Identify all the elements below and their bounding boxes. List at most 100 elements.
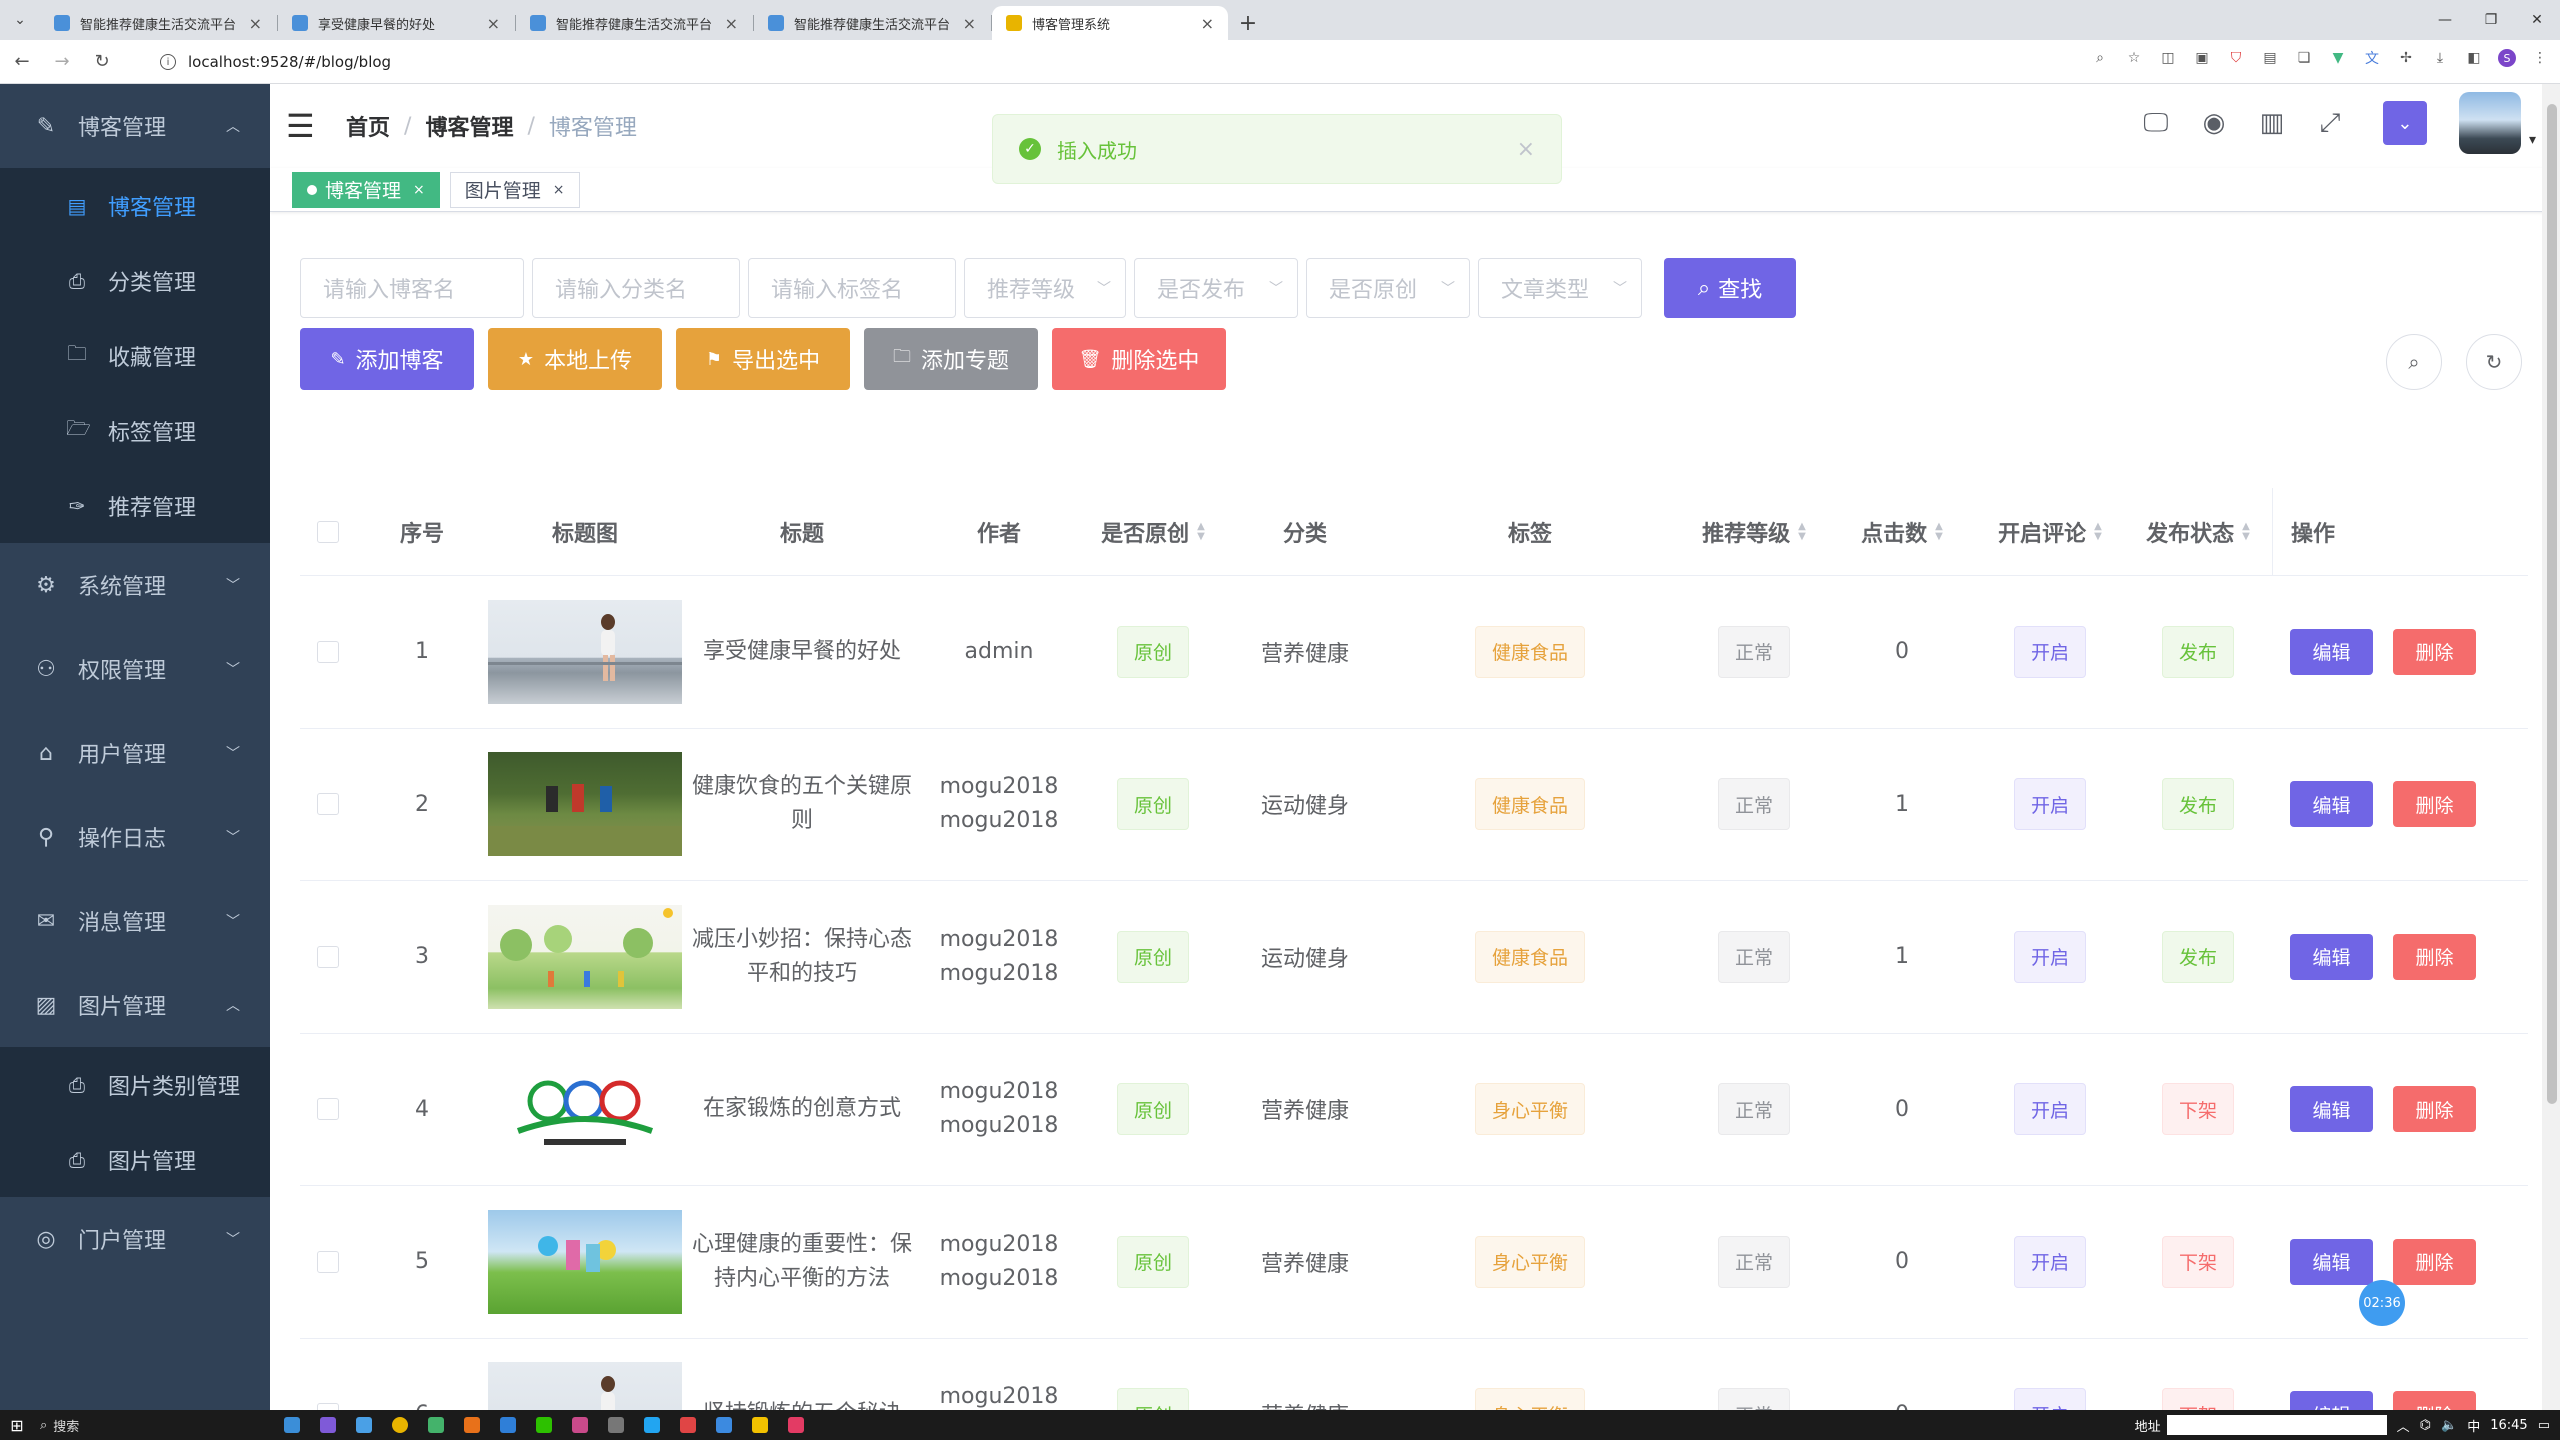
- add-subject-button[interactable]: 🗀 添加专题: [864, 328, 1038, 390]
- sidebar-group-permission[interactable]: ⚇ 权限管理 ﹀: [0, 627, 270, 711]
- row-checkbox[interactable]: [317, 1250, 339, 1273]
- sort-icon[interactable]: ▲ ▼: [1197, 521, 1205, 542]
- sort-icon[interactable]: ▲ ▼: [1798, 521, 1806, 542]
- level-select[interactable]: 推荐等级 ﹀: [964, 258, 1126, 318]
- sidebar-item-picture-sort[interactable]: ⎙ 图片类别管理: [0, 1047, 270, 1122]
- clock[interactable]: 16:45: [2490, 1418, 2527, 1433]
- delete-button[interactable]: 删除: [2393, 1086, 2476, 1133]
- refresh-icon[interactable]: ↻: [2466, 334, 2522, 390]
- sort-icon[interactable]: ▲ ▼: [2094, 521, 2102, 542]
- delete-selected-button[interactable]: 🗑 删除选中: [1052, 328, 1226, 390]
- toggle-search-icon[interactable]: ⌕: [2386, 334, 2442, 390]
- taskbar-app-icon[interactable]: [670, 1410, 706, 1440]
- docs-icon[interactable]: ▥: [2255, 106, 2289, 140]
- delete-button[interactable]: 删除: [2393, 628, 2476, 675]
- original-select[interactable]: 是否原创 ﹀: [1306, 258, 1470, 318]
- taskbar-app-icon[interactable]: [706, 1410, 742, 1440]
- download-icon[interactable]: ⤓: [2430, 48, 2450, 68]
- sidepanel-icon[interactable]: ◧: [2464, 48, 2484, 68]
- ime-indicator[interactable]: 中: [2467, 1416, 2480, 1435]
- translate-icon[interactable]: 文: [2362, 48, 2382, 68]
- cell-title[interactable]: 坚持锻炼的五个秘诀: [697, 1397, 907, 1410]
- article-type-select[interactable]: 文章类型 ﹀: [1478, 258, 1642, 318]
- sidebar-group-oplog[interactable]: ⚲ 操作日志 ﹀: [0, 795, 270, 879]
- sidebar-item-picture[interactable]: ⎙ 图片管理: [0, 1122, 270, 1197]
- taskbar-app-icon[interactable]: [274, 1410, 310, 1440]
- browser-tab-active[interactable]: 博客管理系统 ×: [992, 6, 1228, 40]
- tag-picture-manage[interactable]: 图片管理 ×: [449, 171, 580, 208]
- breadcrumb-blog[interactable]: 博客管理: [425, 110, 513, 142]
- header-comment[interactable]: 开启评论 ▲ ▼: [1976, 516, 2124, 548]
- caret-down-icon[interactable]: ▾: [2529, 132, 2536, 148]
- sidebar-group-system[interactable]: ⚙ 系统管理 ﹀: [0, 543, 270, 627]
- taskbar-app-icon[interactable]: [310, 1410, 346, 1440]
- network-icon[interactable]: ⌬: [2420, 1418, 2431, 1433]
- sort-icon[interactable]: ▲ ▼: [2242, 521, 2250, 542]
- notification-icon[interactable]: ▭: [2538, 1418, 2550, 1433]
- breadcrumb-home[interactable]: 首页: [346, 110, 390, 142]
- windows-start-icon[interactable]: ⊞: [0, 1416, 34, 1435]
- taskbar-chrome-icon[interactable]: [382, 1410, 418, 1440]
- browser-tab[interactable]: 智能推荐健康生活交流平台 ×: [40, 6, 278, 40]
- forward-icon[interactable]: →: [44, 44, 80, 80]
- taskbar-app-icon[interactable]: [418, 1410, 454, 1440]
- close-tab-icon[interactable]: ×: [249, 14, 262, 33]
- site-info-icon[interactable]: i: [160, 54, 176, 70]
- close-icon[interactable]: ×: [413, 182, 425, 198]
- sort-icon[interactable]: ▲ ▼: [1935, 521, 1943, 542]
- taskbar-app-icon[interactable]: [490, 1410, 526, 1440]
- title-image[interactable]: [488, 904, 682, 1009]
- publish-select[interactable]: 是否发布 ﹀: [1134, 258, 1298, 318]
- sidebar-group-user[interactable]: ⌂ 用户管理 ﹀: [0, 711, 270, 795]
- monitor-icon[interactable]: 🖵: [2139, 106, 2173, 140]
- row-checkbox[interactable]: [317, 945, 339, 968]
- copy-icon[interactable]: ❏: [2294, 48, 2314, 68]
- sidebar-item-recommend[interactable]: ✑ 推荐管理: [0, 468, 270, 543]
- taskbar-app-icon[interactable]: [778, 1410, 814, 1440]
- taskbar-wechat-icon[interactable]: [526, 1410, 562, 1440]
- dropdown-chevron-icon[interactable]: ⌄: [2382, 101, 2427, 145]
- delete-button[interactable]: 删除: [2393, 1391, 2476, 1410]
- browser-tab[interactable]: 享受健康早餐的好处 ×: [278, 6, 516, 40]
- title-image[interactable]: [488, 1362, 682, 1410]
- cell-title[interactable]: 健康饮食的五个关键原则: [682, 770, 922, 838]
- maximize-icon[interactable]: ❐: [2468, 0, 2514, 40]
- taskbar-app-icon[interactable]: [562, 1410, 598, 1440]
- sidebar-group-blog[interactable]: ✎ 博客管理 ︿: [0, 84, 270, 168]
- github-icon[interactable]: ◉: [2197, 106, 2231, 140]
- close-tab-icon[interactable]: ×: [725, 14, 738, 33]
- taskbar-app-icon[interactable]: [454, 1410, 490, 1440]
- clipboard-icon[interactable]: ▤: [2260, 48, 2280, 68]
- cell-title[interactable]: 心理健康的重要性：保持内心平衡的方法: [682, 1228, 922, 1296]
- delete-button[interactable]: 删除: [2393, 781, 2476, 828]
- cell-title[interactable]: 减压小妙招：保持心态平和的技巧: [682, 923, 922, 991]
- export-selected-button[interactable]: ⚑ 导出选中: [676, 328, 850, 390]
- taskbar-search[interactable]: ⌕ 搜索: [34, 1416, 274, 1435]
- sidebar-group-picture[interactable]: ▨ 图片管理 ︿: [0, 963, 270, 1047]
- hamburger-icon[interactable]: ☰: [286, 107, 316, 145]
- delete-button[interactable]: 删除: [2393, 933, 2476, 980]
- close-icon[interactable]: ×: [553, 182, 565, 198]
- avatar[interactable]: [2458, 92, 2521, 154]
- puzzle-icon[interactable]: ✢: [2396, 48, 2416, 68]
- zoom-icon[interactable]: ⌕: [2090, 48, 2110, 68]
- header-publish[interactable]: 发布状态 ▲ ▼: [2124, 516, 2272, 548]
- sidebar-item-tag[interactable]: 🗁 标签管理: [0, 393, 270, 468]
- page-scrollbar[interactable]: [2542, 84, 2560, 1410]
- edit-button[interactable]: 编辑: [2290, 1238, 2373, 1285]
- tab-search-chevron-icon[interactable]: ⌄: [0, 0, 40, 40]
- new-tab-icon[interactable]: +: [1230, 6, 1266, 40]
- edit-button[interactable]: 编辑: [2290, 1086, 2373, 1133]
- select-all-checkbox[interactable]: [317, 520, 339, 543]
- volume-icon[interactable]: 🔈: [2441, 1418, 2457, 1433]
- sidebar-group-message[interactable]: ✉ 消息管理 ﹀: [0, 879, 270, 963]
- tray-expand-icon[interactable]: ︿: [2397, 1416, 2410, 1435]
- image-ext-icon[interactable]: ▣: [2192, 48, 2212, 68]
- row-checkbox[interactable]: [317, 640, 339, 663]
- camera-icon[interactable]: ◫: [2158, 48, 2178, 68]
- header-clicks[interactable]: 点击数 ▲ ▼: [1828, 516, 1976, 548]
- delete-button[interactable]: 删除: [2393, 1238, 2476, 1285]
- edit-button[interactable]: 编辑: [2290, 933, 2373, 980]
- close-tab-icon[interactable]: ×: [963, 14, 976, 33]
- edit-button[interactable]: 编辑: [2290, 1391, 2373, 1410]
